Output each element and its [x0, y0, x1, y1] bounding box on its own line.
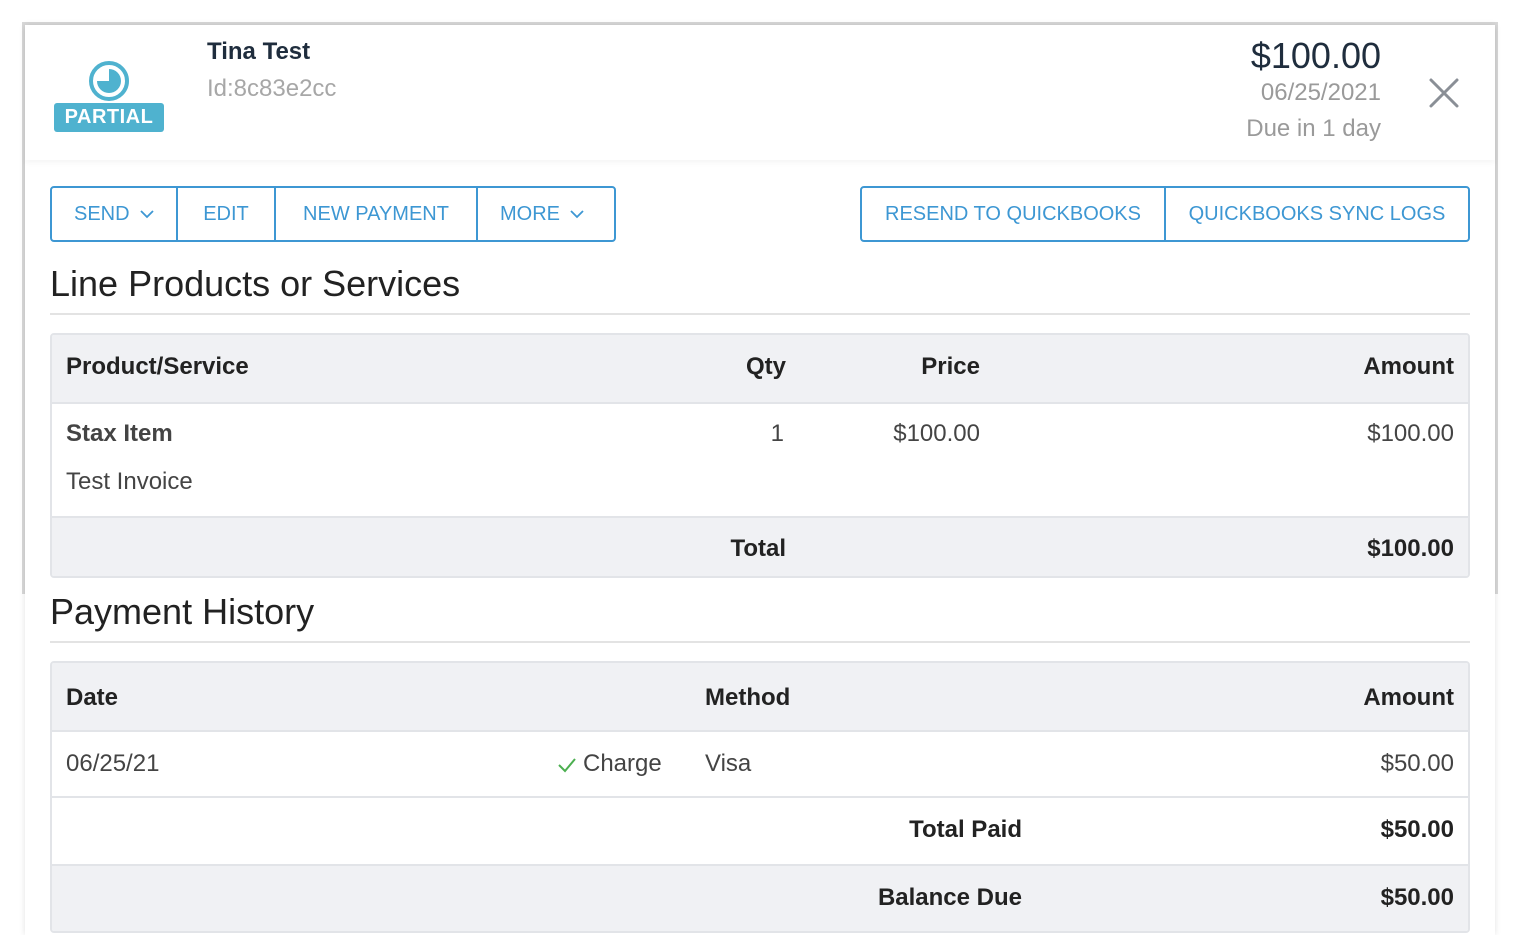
payment-method: Visa — [705, 750, 752, 777]
total-paid-label: Total Paid — [909, 816, 1022, 843]
partial-clock-icon — [89, 61, 129, 101]
column-header: Method — [705, 684, 791, 711]
invoice-date: 06/25/2021 — [1260, 79, 1381, 106]
edit-button[interactable]: EDIT — [176, 186, 276, 242]
payment-type-label: Charge — [583, 750, 662, 777]
product-name: Stax Item — [66, 420, 173, 447]
total-paid-row: Total Paid $50.00 — [52, 798, 1468, 866]
balance-due-row: Balance Due $50.00 — [52, 866, 1468, 931]
column-header: Qty — [745, 353, 786, 380]
table-row: 06/25/21 Charge Visa $50.00 — [52, 732, 1468, 798]
product-qty: 1 — [770, 420, 784, 447]
line-items-table: Product/Service Qty Price Amount Stax It… — [50, 333, 1470, 578]
total-paid-value: $50.00 — [1380, 816, 1454, 843]
table-header-row: Date Method Amount — [52, 663, 1468, 732]
product-description: Test Invoice — [66, 468, 193, 495]
table-row: Stax Item Test Invoice 1 $100.00 $100.00 — [52, 404, 1468, 518]
total-value: $100.00 — [1367, 535, 1454, 562]
send-button-label: SEND — [74, 202, 130, 225]
payment-amount: $50.00 — [1380, 750, 1454, 777]
chevron-down-icon — [570, 210, 584, 219]
customer-name: Tina Test — [207, 38, 311, 65]
total-row: Total $100.00 — [52, 518, 1468, 576]
chevron-down-icon — [139, 210, 154, 219]
invoice-id: Id:8c83e2cc — [207, 75, 337, 102]
payment-history-title: Payment History — [50, 591, 315, 632]
total-label: Total — [730, 535, 786, 562]
more-button-label: MORE — [500, 202, 560, 225]
resend-to-quickbooks-button[interactable]: RESEND TO QUICKBOOKS — [860, 186, 1166, 242]
more-button[interactable]: MORE — [476, 186, 616, 242]
divider — [50, 641, 1470, 643]
check-icon — [558, 758, 576, 773]
product-amount: $100.00 — [1367, 420, 1454, 447]
status-badge: PARTIAL — [54, 103, 164, 132]
invoice-header: PARTIAL Tina Test Id:8c83e2cc $100.00 06… — [25, 25, 1495, 160]
divider — [50, 313, 1470, 315]
column-header: Amount — [1363, 684, 1454, 711]
balance-due-value: $50.00 — [1380, 884, 1454, 911]
table-header-row: Product/Service Qty Price Amount — [52, 335, 1468, 404]
payment-type: Charge — [557, 750, 662, 778]
payment-history-table: Date Method Amount 06/25/21 Charge Visa … — [50, 661, 1470, 933]
product-price: $100.00 — [893, 420, 980, 447]
payment-date: 06/25/21 — [66, 750, 160, 777]
line-items-title: Line Products or Services — [50, 263, 461, 304]
invoice-actions-group: SEND EDIT NEW PAYMENT MORE — [50, 186, 616, 242]
column-header: Amount — [1363, 353, 1454, 380]
due-status: Due in 1 day — [1246, 115, 1381, 142]
column-header: Product/Service — [66, 353, 249, 380]
column-header: Price — [921, 353, 980, 380]
close-icon[interactable] — [1428, 77, 1460, 109]
invoice-detail-panel: PARTIAL Tina Test Id:8c83e2cc $100.00 06… — [25, 25, 1495, 935]
column-header: Date — [66, 684, 119, 711]
invoice-total-amount: $100.00 — [1250, 35, 1381, 76]
new-payment-button[interactable]: NEW PAYMENT — [274, 186, 478, 242]
send-button[interactable]: SEND — [50, 186, 178, 242]
quickbooks-sync-logs-button[interactable]: QUICKBOOKS SYNC LOGS — [1164, 186, 1470, 242]
quickbooks-actions-group: RESEND TO QUICKBOOKS QUICKBOOKS SYNC LOG… — [860, 186, 1470, 242]
balance-due-label: Balance Due — [877, 884, 1022, 911]
